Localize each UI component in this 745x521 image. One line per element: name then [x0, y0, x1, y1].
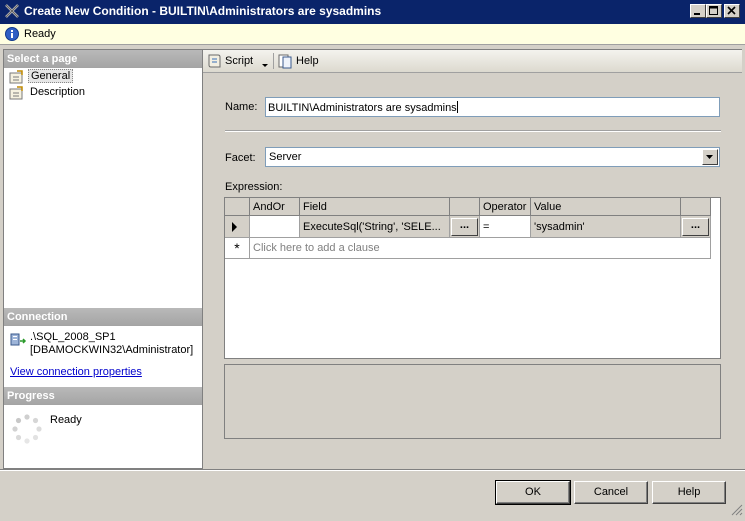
title-bar[interactable]: Create New Condition - BUILTIN\Administr… — [0, 0, 745, 24]
dropdown-arrow-button[interactable] — [702, 149, 718, 165]
form-divider — [225, 130, 721, 132]
connection-server: .\SQL_2008_SP1 — [30, 331, 116, 343]
resize-grip-icon[interactable] — [731, 504, 743, 519]
select-page-header: Select a page — [4, 50, 202, 68]
toolbar: Script Help — [203, 50, 742, 73]
add-clause-text: Click here to add a clause — [253, 242, 380, 254]
toolbar-separator — [273, 53, 274, 69]
server-connection-icon — [10, 332, 28, 351]
row-selector-header — [225, 198, 250, 216]
add-clause-row[interactable]: Click here to add a clause — [250, 238, 711, 259]
column-header-value-button — [681, 198, 711, 216]
status-text: Ready — [24, 28, 56, 40]
help-button[interactable]: Help — [652, 481, 726, 504]
page-item-label: Description — [30, 86, 86, 98]
field-cell[interactable]: ExecuteSql('String', 'SELE... — [300, 216, 450, 238]
column-header-field[interactable]: Field — [300, 198, 450, 216]
script-icon — [206, 53, 222, 72]
row-selector[interactable] — [225, 216, 250, 238]
maximize-button[interactable] — [706, 4, 722, 18]
cancel-button[interactable]: Cancel — [574, 481, 648, 504]
name-value: BUILTIN\Administrators are sysadmins — [268, 102, 457, 114]
column-header-value[interactable]: Value — [531, 198, 681, 216]
expression-grid: AndOr Field Operator Value ExecuteSql('S… — [224, 197, 721, 359]
condition-description-panel — [224, 364, 721, 439]
view-connection-properties-link[interactable]: View connection properties — [10, 366, 142, 378]
facet-dropdown[interactable]: Server — [265, 147, 720, 167]
text-caret — [456, 101, 458, 113]
help-toolbar-button[interactable]: Help — [277, 52, 322, 70]
window-title: Create New Condition - BUILTIN\Administr… — [24, 4, 382, 18]
help-label: Help — [296, 55, 319, 67]
bottom-separator — [0, 469, 745, 471]
expression-label: Expression: — [225, 181, 283, 193]
connection-header: Connection — [4, 308, 202, 326]
facet-value: Server — [269, 151, 302, 163]
close-button[interactable] — [724, 4, 740, 18]
progress-header: Progress — [4, 387, 202, 405]
script-label: Script — [225, 55, 254, 67]
info-icon — [5, 27, 19, 44]
connection-user: [DBAMOCKWIN32\Administrator] — [30, 344, 194, 356]
script-button[interactable]: Script — [206, 52, 270, 70]
page-item-label: General — [28, 69, 74, 83]
column-header-operator[interactable]: Operator — [480, 198, 531, 216]
value-ellipsis-button[interactable]: ... — [682, 218, 709, 236]
help-icon — [277, 53, 293, 72]
value-cell[interactable]: 'sysadmin' — [531, 216, 681, 238]
ok-button[interactable]: OK — [495, 480, 571, 505]
current-row-icon — [232, 222, 237, 232]
progress-status: Ready — [50, 414, 82, 426]
progress-spinner-icon — [12, 414, 42, 447]
chevron-down-icon[interactable] — [262, 59, 269, 71]
name-input[interactable]: BUILTIN\Administrators are sysadmins — [265, 97, 720, 117]
left-pane: Select a page General Description Connec… — [3, 49, 203, 469]
page-icon — [8, 85, 24, 104]
new-row-marker: * — [225, 238, 250, 259]
field-ellipsis-button[interactable]: ... — [451, 218, 478, 236]
andor-cell[interactable] — [250, 216, 300, 238]
column-header-andor[interactable]: AndOr — [250, 198, 300, 216]
operator-cell[interactable]: = — [480, 216, 531, 238]
right-pane: Script Help Name: BUILTIN\Administrators… — [203, 49, 742, 469]
name-label: Name: — [225, 101, 258, 113]
facet-label: Facet: — [225, 152, 256, 164]
status-strip: Ready — [0, 24, 745, 45]
condition-icon — [4, 3, 20, 19]
column-header-field-button — [450, 198, 480, 216]
minimize-button[interactable] — [690, 4, 706, 18]
